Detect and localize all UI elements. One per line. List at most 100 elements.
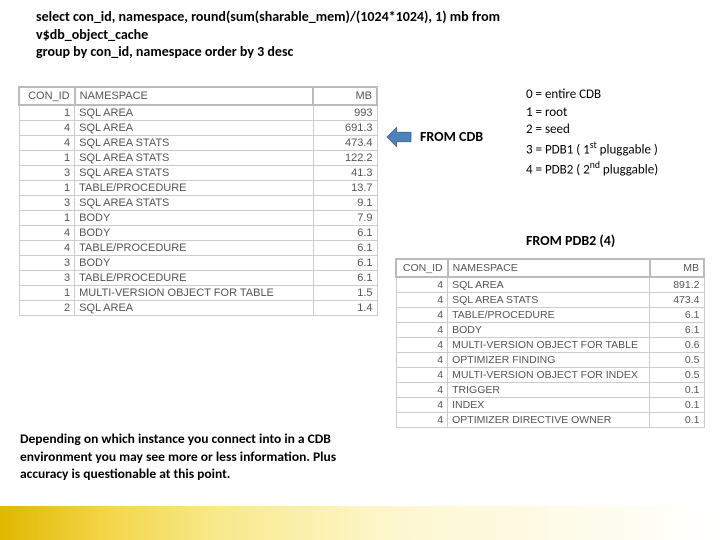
cell: 13.7 [313,181,377,196]
cell: SQL AREA STATS [75,151,314,166]
table-row: 1TABLE/PROCEDURE13.7 [19,181,377,196]
cell: 691.3 [313,121,377,136]
cell: 41.3 [313,166,377,181]
cell: BODY [75,226,314,241]
cell: INDEX [448,398,650,413]
cell: 6.1 [313,271,377,286]
cell: TABLE/PROCEDURE [75,271,314,286]
cell: SQL AREA STATS [75,136,314,151]
cell: 4 [19,136,75,151]
cell: 1 [19,211,75,226]
legend-line: 1 = root [526,104,716,122]
slide: select con_id, namespace, round(sum(shar… [0,0,720,540]
pdb2-table: CON_ID NAMESPACE MB 4SQL AREA891.24SQL A… [395,258,705,428]
table-row: 4BODY6.1 [396,323,704,338]
cell: 0.5 [650,368,704,383]
cell: 993 [313,105,377,121]
table-row: 4TABLE/PROCEDURE6.1 [19,241,377,256]
cell: 4 [19,121,75,136]
table-row: 1BODY7.9 [19,211,377,226]
cell: 1 [19,286,75,301]
con-id-legend: 0 = entire CDB 1 = root 2 = seed 3 = PDB… [526,86,716,178]
cell: 891.2 [650,277,704,293]
table-row: 3SQL AREA STATS41.3 [19,166,377,181]
cell: 4 [396,383,448,398]
cell: 4 [19,241,75,256]
cell: 4 [396,413,448,428]
cell: 1 [19,105,75,121]
cell: SQL AREA STATS [75,166,314,181]
cell: 4 [396,277,448,293]
table-row: 4SQL AREA691.3 [19,121,377,136]
cell: SQL AREA [448,277,650,293]
cell: 1 [19,181,75,196]
cell: 3 [19,166,75,181]
cell: MULTI-VERSION OBJECT FOR INDEX [448,368,650,383]
cell: MULTI-VERSION OBJECT FOR TABLE [448,338,650,353]
table-row: 1SQL AREA993 [19,105,377,121]
table-row: 4MULTI-VERSION OBJECT FOR TABLE0.6 [396,338,704,353]
cell: 4 [396,323,448,338]
col-mb: MB [313,87,377,105]
cell: 473.4 [650,293,704,308]
cell: BODY [75,256,314,271]
cell: 3 [19,196,75,211]
sql-line: select con_id, namespace, round(sum(shar… [36,8,596,26]
col-namespace: NAMESPACE [75,87,314,105]
table-row: 4INDEX0.1 [396,398,704,413]
cell: SQL AREA STATS [75,196,314,211]
cdb-table: CON_ID NAMESPACE MB 1SQL AREA9934SQL ARE… [18,86,378,316]
cell: 0.1 [650,413,704,428]
col-namespace: NAMESPACE [448,259,650,277]
cell: 4 [396,368,448,383]
table-header-row: CON_ID NAMESPACE MB [396,259,704,277]
sql-block: select con_id, namespace, round(sum(shar… [36,8,596,61]
sql-line: v$db_object_cache [36,26,596,44]
cell: SQL AREA [75,105,314,121]
cell: 6.1 [313,256,377,271]
label-from-cdb: FROM CDB [420,128,483,145]
table-row: 3BODY6.1 [19,256,377,271]
footer-accent [0,506,720,540]
cell: 6.1 [313,241,377,256]
cell: SQL AREA [75,121,314,136]
table-row: 4SQL AREA STATS473.4 [396,293,704,308]
cell: TABLE/PROCEDURE [75,241,314,256]
col-mb: MB [650,259,704,277]
table-row: 1SQL AREA STATS122.2 [19,151,377,166]
cell: 9.1 [313,196,377,211]
table-row: 4TABLE/PROCEDURE6.1 [396,308,704,323]
cell: 6.1 [313,226,377,241]
table-row: 2SQL AREA1.4 [19,301,377,316]
table-row: 3TABLE/PROCEDURE6.1 [19,271,377,286]
legend-line: 0 = entire CDB [526,86,716,104]
label-from-pdb2: FROM PDB2 (4) [526,232,615,249]
cell: BODY [448,323,650,338]
cell: 122.2 [313,151,377,166]
cell: TRIGGER [448,383,650,398]
table-row: 4OPTIMIZER FINDING0.5 [396,353,704,368]
cell: 4 [396,353,448,368]
table-row: 4SQL AREA891.2 [396,277,704,293]
cell: 6.1 [650,308,704,323]
legend-line: 3 = PDB1 ( 1st pluggable ) [526,139,716,159]
col-con-id: CON_ID [396,259,448,277]
table-row: 3SQL AREA STATS9.1 [19,196,377,211]
table-row: 4OPTIMIZER DIRECTIVE OWNER0.1 [396,413,704,428]
cell: SQL AREA [75,301,314,316]
col-con-id: CON_ID [19,87,75,105]
cell: 6.1 [650,323,704,338]
arrow-left-icon [385,125,413,149]
cell: 1.5 [313,286,377,301]
table-header-row: CON_ID NAMESPACE MB [19,87,377,105]
table-row: 1MULTI-VERSION OBJECT FOR TABLE1.5 [19,286,377,301]
cell: BODY [75,211,314,226]
cell: 7.9 [313,211,377,226]
cell: 2 [19,301,75,316]
caption-text: Depending on which instance you connect … [20,430,370,483]
cell: 4 [396,398,448,413]
cell: 1.4 [313,301,377,316]
legend-line: 2 = seed [526,121,716,139]
cell: 3 [19,271,75,286]
cell: 4 [396,308,448,323]
